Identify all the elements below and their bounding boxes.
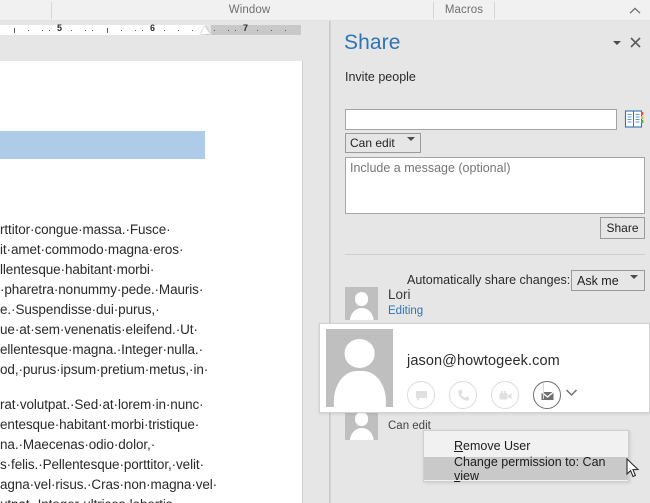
document-line: od,·purus·ipsum·pretium·metus,·in· [0, 362, 208, 377]
caret-down-icon [613, 41, 621, 45]
horizontal-ruler[interactable]: 5 6 7 [0, 21, 303, 38]
chat-bubble-icon [414, 388, 429, 403]
document-line: ellentesque·magna.·Integer·nulla.· [0, 342, 203, 357]
document-line: s·felis.·Pellentesque·porttitor,·velit· [0, 457, 204, 472]
message-input[interactable] [345, 157, 645, 214]
document-page[interactable]: rttitor·congue·massa.·Fusce· it·amet·com… [0, 61, 303, 503]
document-scrollbar[interactable] [303, 21, 330, 503]
document-line: entesque·habitant·morbi·tristique· [0, 417, 199, 432]
mouse-pointer-icon [626, 458, 640, 479]
pane-options-button[interactable] [609, 35, 625, 51]
document-line: e.·Suspendisse·dui·purus,· [0, 302, 159, 317]
ribbon-group-macros[interactable]: Macros [434, 0, 494, 20]
permission-dropdown[interactable]: Can edit [345, 133, 421, 153]
document-line: rat·volutpat.·Sed·at·lorem·in·nunc· [0, 397, 204, 412]
video-camera-icon-button[interactable] [491, 381, 519, 409]
ribbon-group-window[interactable]: Window [52, 0, 447, 20]
divider [543, 383, 544, 399]
ribbon-separator [494, 2, 495, 19]
ruler-number: 6 [150, 23, 155, 33]
document-area: 5 6 7 rttitor·congue·massa.·Fusce· it·am… [0, 21, 330, 503]
close-icon [630, 37, 641, 48]
avatar [345, 287, 378, 320]
ruler-number: 5 [57, 23, 62, 33]
ruler-text-region [0, 25, 205, 35]
contact-card-popup: jason@howtogeek.com [319, 323, 650, 413]
document-line: it·amet·commodo·magna·eros· [0, 242, 183, 257]
caret-down-icon [407, 137, 415, 155]
document-line: agna·vel·risus.·Cras·non·magna·vel· [0, 477, 217, 492]
user-name: Lori [388, 287, 411, 302]
menu-item-label: Change permission to: Can [454, 455, 605, 469]
invite-people-input[interactable] [345, 109, 617, 130]
contact-actions [407, 381, 575, 409]
contact-email: jason@howtogeek.com [407, 353, 560, 369]
phone-icon-button[interactable] [449, 381, 477, 409]
ribbon-tab-strip: Window Macros [0, 0, 650, 21]
chat-bubble-icon-button[interactable] [407, 381, 435, 409]
expand-contact-card-button[interactable] [561, 384, 581, 400]
share-button-label: Share [606, 221, 638, 235]
permission-dropdown-value: Can edit [350, 136, 395, 150]
video-camera-icon [498, 388, 513, 403]
chevron-up-icon [629, 7, 641, 15]
person-avatar-icon [326, 329, 393, 407]
document-line: rttitor·congue·massa.·Fusce· [0, 222, 171, 237]
ruler-number: 7 [243, 23, 248, 33]
user-status: Editing [388, 305, 423, 317]
share-button[interactable]: Share [600, 217, 645, 239]
envelope-icon [540, 388, 555, 403]
menu-item-change-permission[interactable]: Change permission to: Can view [424, 457, 628, 480]
document-line: ue·at·sem·venenatis·eleifend.·Ut· [0, 322, 198, 337]
ribbon-group-window-label: Window [229, 4, 271, 16]
menu-item-label: emove User [463, 439, 530, 453]
chevron-down-icon [565, 388, 578, 397]
divider [345, 254, 645, 255]
ruler-gap [0, 38, 303, 61]
close-pane-button[interactable] [627, 34, 644, 51]
document-line: ·pharetra·nonummy·pede.·Mauris· [0, 282, 203, 297]
invite-people-label: Invite people [345, 70, 416, 84]
ruler-margin-region [211, 25, 301, 35]
text-selection-highlight [0, 131, 205, 159]
address-book-icon[interactable] [623, 108, 645, 130]
document-line: utpat.·Integer·ultrices·lobortis· [0, 497, 177, 503]
accelerator-letter: R [454, 439, 463, 453]
phone-icon [456, 388, 471, 403]
first-line-indent-marker[interactable] [200, 26, 210, 34]
envelope-icon-button[interactable] [533, 381, 561, 409]
menu-item-label-suffix: iew [460, 469, 479, 483]
document-line: na.·Maecenas·odio·dolor,· [0, 437, 155, 452]
collapse-ribbon-button[interactable] [624, 1, 646, 20]
document-line: llentesque·habitant·morbi· [0, 262, 154, 277]
context-menu: Remove User Change permission to: Can vi… [423, 430, 629, 482]
page-title: Share [344, 31, 401, 55]
ribbon-group-macros-label: Macros [445, 4, 483, 16]
